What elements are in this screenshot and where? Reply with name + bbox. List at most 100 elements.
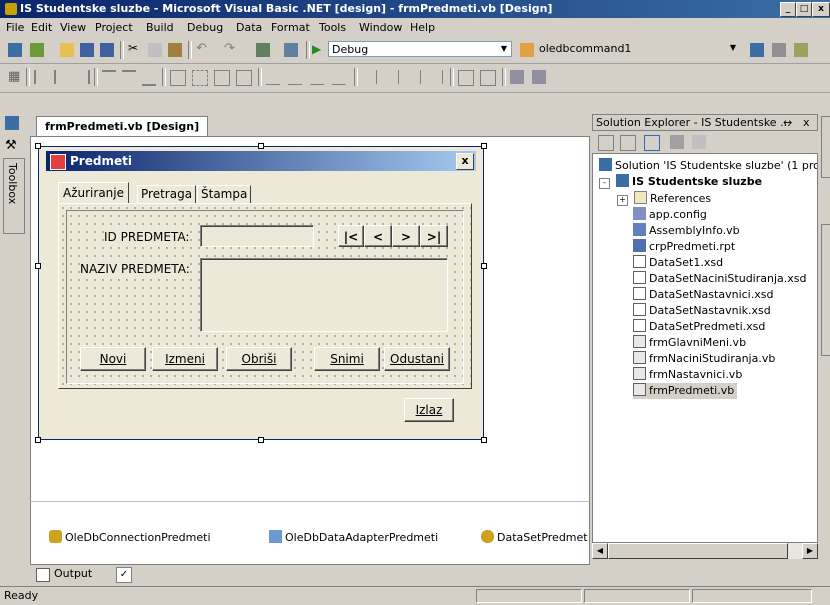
bring-to-front-icon[interactable] <box>510 70 524 84</box>
tree-item-frmglavnimeni[interactable]: frmGlavniMeni.vb <box>633 335 746 351</box>
align-centers-icon[interactable] <box>54 70 70 84</box>
open-file-icon[interactable] <box>60 43 74 57</box>
size-to-grid-icon[interactable] <box>192 70 208 86</box>
send-to-back-icon[interactable] <box>532 70 546 84</box>
solution-explorer-header[interactable]: Solution Explorer - IS Studentske ... ↔ … <box>592 114 818 131</box>
tree-item-frmnastavnici[interactable]: frmNastavnici.vb <box>633 367 742 383</box>
menu-file[interactable]: File <box>6 19 24 36</box>
resize-handle[interactable] <box>481 263 487 269</box>
tree-item-references[interactable]: + References <box>617 191 711 207</box>
tab-frmpredmeti-design[interactable]: frmPredmeti.vb [Design] <box>36 116 209 137</box>
tree-item-crppredmeti[interactable]: crpPredmeti.rpt <box>633 239 735 255</box>
find-in-files-icon[interactable] <box>520 43 534 57</box>
save-icon[interactable] <box>80 43 94 57</box>
redo-icon[interactable]: ↷ <box>224 41 238 56</box>
remove-horizontal-spacing-icon[interactable] <box>332 70 346 85</box>
align-middles-icon[interactable] <box>122 70 136 86</box>
decrease-vertical-spacing-icon[interactable] <box>406 70 421 84</box>
horizontal-spacing-icon[interactable] <box>266 70 280 85</box>
navigate-backward-icon[interactable] <box>256 43 270 57</box>
horizontal-scrollbar[interactable]: ◀ ▶ <box>592 543 818 560</box>
resize-handle[interactable] <box>481 143 487 149</box>
navigate-forward-icon[interactable] <box>284 43 298 57</box>
resize-handle[interactable] <box>35 263 41 269</box>
align-tops-icon[interactable] <box>102 70 116 86</box>
title-bar[interactable]: IS Studentske sluzbe - Microsoft Visual … <box>0 0 830 18</box>
tree-item-frmpredmeti[interactable]: frmPredmeti.vb <box>633 383 738 399</box>
minimize-button[interactable]: _ <box>780 2 796 17</box>
copy-icon[interactable] <box>148 43 162 57</box>
tree-solution[interactable]: Solution 'IS Studentske sluzbe' (1 proje <box>599 158 817 174</box>
restore-button[interactable]: □ <box>796 2 812 17</box>
menu-data[interactable]: Data <box>236 19 262 36</box>
refresh-icon[interactable] <box>644 135 660 151</box>
tree-item-assemblyinfo[interactable]: AssemblyInfo.vb <box>633 223 740 239</box>
server-explorer-icon[interactable] <box>5 116 19 130</box>
menu-edit[interactable]: Edit <box>31 19 52 36</box>
scroll-right-icon[interactable]: ▶ <box>802 543 818 559</box>
scroll-track[interactable] <box>788 543 802 559</box>
task-list-icon[interactable]: ✓ <box>116 567 132 583</box>
find-combo-dropdown[interactable]: ▼ <box>700 41 740 57</box>
properties-icon[interactable] <box>692 135 706 149</box>
tree-project[interactable]: - IS Studentske sluzbe <box>599 174 762 190</box>
make-same-size-icon[interactable] <box>236 70 252 86</box>
paste-icon[interactable] <box>168 43 182 57</box>
scrollbar-thumb[interactable] <box>608 543 788 559</box>
align-rights-icon[interactable] <box>74 70 90 84</box>
resize-handle[interactable] <box>35 143 41 149</box>
menu-format[interactable]: Format <box>271 19 310 36</box>
class-view-tab[interactable] <box>821 224 830 356</box>
add-item-icon[interactable] <box>30 43 44 57</box>
tree-item-app-config[interactable]: app.config <box>633 207 707 223</box>
tree-item-datasetnastavnici[interactable]: DataSetNastavnici.xsd <box>633 287 773 303</box>
resize-handle[interactable] <box>258 143 264 149</box>
new-project-icon[interactable] <box>8 43 22 57</box>
resize-handle[interactable] <box>481 437 487 443</box>
toolbox-tab[interactable]: Toolbox <box>3 158 25 234</box>
increase-vertical-spacing-icon[interactable] <box>384 70 399 84</box>
tree-item-frmnacinistudiranja[interactable]: frmNaciniStudiranja.vb <box>633 351 775 367</box>
start-icon[interactable]: ▶ <box>312 42 326 56</box>
tree-item-dataset1[interactable]: DataSet1.xsd <box>633 255 723 271</box>
tray-item-oledbdataadapter[interactable]: OleDbDataAdapterPredmeti <box>269 530 438 544</box>
pin-icon[interactable]: ↔ <box>783 115 792 130</box>
menu-view[interactable]: View <box>60 19 86 36</box>
cut-icon[interactable]: ✂ <box>128 41 142 55</box>
tray-item-dataset[interactable]: DataSetPredmet <box>481 530 589 544</box>
make-same-width-icon[interactable] <box>170 70 186 86</box>
close-button[interactable]: x <box>812 2 830 17</box>
id-predmeta-input[interactable] <box>200 225 314 247</box>
menu-project[interactable]: Project <box>95 19 133 36</box>
decrease-horizontal-spacing-icon[interactable] <box>310 70 324 85</box>
menu-build[interactable]: Build <box>146 19 174 36</box>
align-to-grid-icon[interactable]: ▦ <box>8 69 22 84</box>
menu-debug[interactable]: Debug <box>187 19 223 36</box>
view-code-icon[interactable] <box>598 135 614 151</box>
center-horizontally-icon[interactable] <box>458 70 474 86</box>
output-tab[interactable]: Output <box>54 567 92 580</box>
obrisi-button[interactable]: Obriši <box>226 347 292 371</box>
expand-icon[interactable]: + <box>617 195 628 206</box>
menu-help[interactable]: Help <box>410 19 435 36</box>
naziv-predmeta-input[interactable] <box>200 258 448 332</box>
collapse-icon[interactable]: - <box>599 178 610 189</box>
properties-icon[interactable] <box>772 43 786 57</box>
snimi-button[interactable]: Snimi <box>314 347 380 371</box>
izlaz-button[interactable]: Izlaz <box>404 398 454 422</box>
tree-item-datasetpredmeti[interactable]: DataSetPredmeti.xsd <box>633 319 765 335</box>
make-same-height-icon[interactable] <box>214 70 230 86</box>
menu-tools[interactable]: Tools <box>319 19 346 36</box>
izmeni-button[interactable]: Izmeni <box>152 347 218 371</box>
resize-handle[interactable] <box>35 437 41 443</box>
align-bottoms-icon[interactable] <box>142 70 156 86</box>
save-all-icon[interactable] <box>100 43 114 57</box>
next-record-button[interactable]: > <box>392 225 420 247</box>
solution-explorer-icon[interactable] <box>750 43 764 57</box>
vertical-spacing-icon[interactable] <box>362 70 377 84</box>
remove-vertical-spacing-icon[interactable] <box>428 70 443 84</box>
increase-horizontal-spacing-icon[interactable] <box>288 70 302 85</box>
tray-item-oledbconnection[interactable]: OleDbConnectionPredmeti <box>49 530 211 544</box>
tree-item-datasetnastavnik[interactable]: DataSetNastavnik.xsd <box>633 303 771 319</box>
resize-handle[interactable] <box>258 437 264 443</box>
